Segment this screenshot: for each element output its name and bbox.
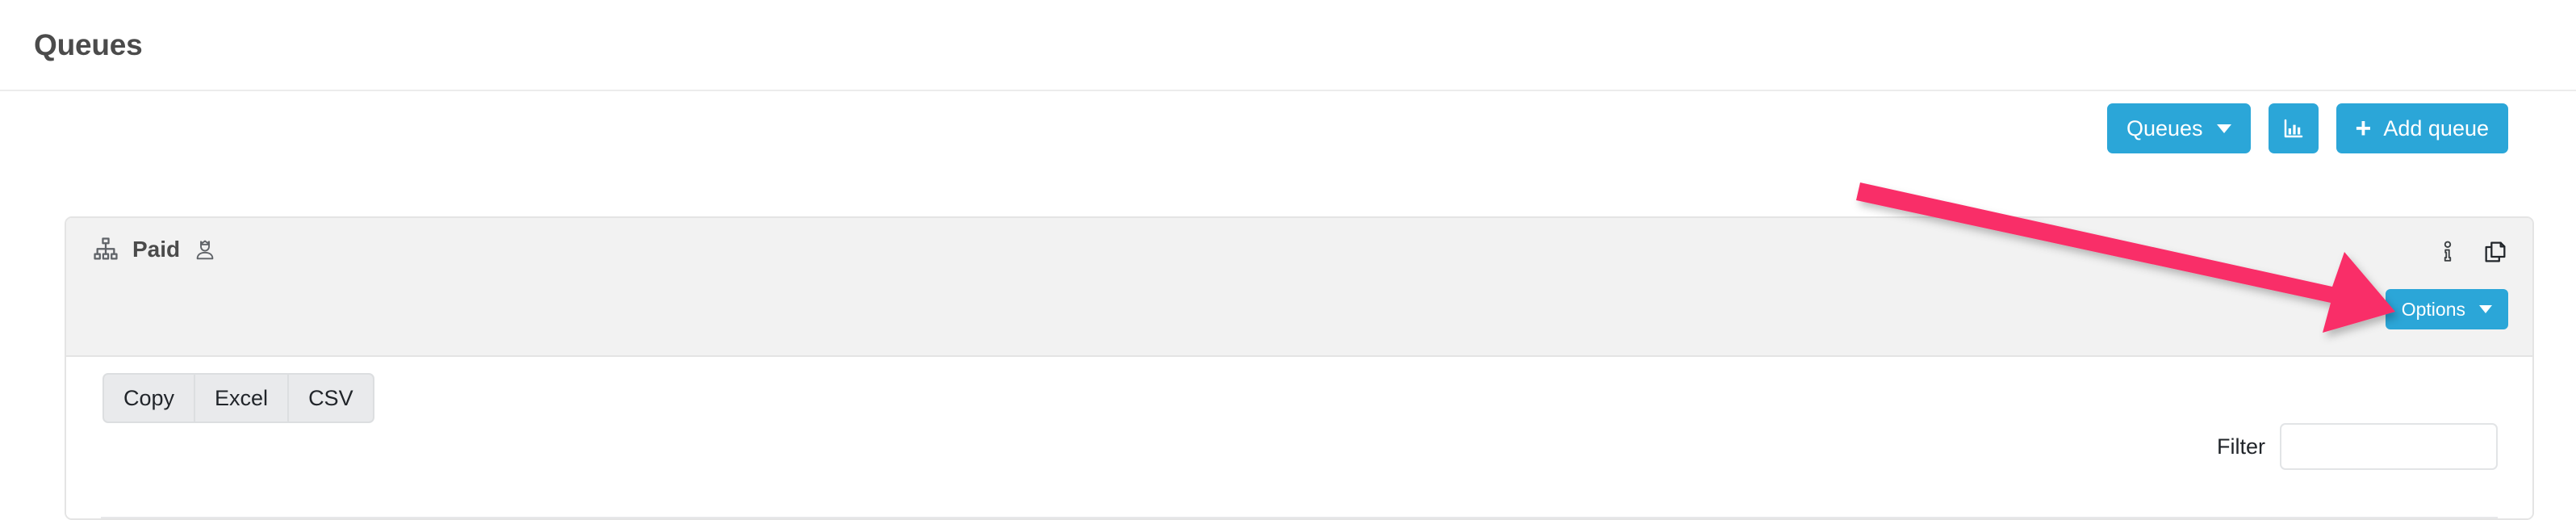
- bar-chart-icon: [2281, 116, 2306, 140]
- chevron-down-icon: [2216, 124, 2231, 133]
- filter-input[interactable]: [2280, 423, 2498, 470]
- queue-card-body: Copy Excel CSV Filter: [66, 357, 2532, 518]
- queue-card-header-icons: [2436, 239, 2508, 265]
- copy-button[interactable]: Copy: [102, 373, 196, 423]
- queue-card-header: Paid Options: [66, 218, 2532, 357]
- queue-card-title-row: Paid: [92, 236, 217, 263]
- queues-dropdown-label: Queues: [2126, 115, 2203, 140]
- export-button-group: Copy Excel CSV: [102, 373, 374, 423]
- queue-card: Paid Options Copy Excel CSV Filter: [65, 216, 2534, 520]
- page-header: Queues: [0, 0, 2576, 91]
- page-title: Queues: [34, 27, 143, 61]
- chevron-down-icon: [2479, 305, 2492, 313]
- add-queue-label: Add queue: [2383, 115, 2489, 140]
- options-button-wrap: Options: [2385, 289, 2508, 329]
- queue-name: Paid: [132, 237, 181, 262]
- info-icon[interactable]: [2436, 240, 2460, 264]
- chart-view-button[interactable]: [2268, 103, 2319, 153]
- plus-icon: +: [2355, 113, 2372, 144]
- add-queue-button[interactable]: + Add queue: [2336, 103, 2508, 153]
- sitemap-icon: [92, 236, 119, 263]
- options-button[interactable]: Options: [2385, 289, 2508, 329]
- copy-icon[interactable]: [2482, 239, 2508, 265]
- filter-control: Filter: [2217, 423, 2498, 470]
- options-button-label: Options: [2401, 298, 2465, 320]
- top-toolbar: Queues + Add queue: [0, 91, 2576, 166]
- filter-label: Filter: [2217, 434, 2265, 459]
- queues-dropdown-button[interactable]: Queues: [2106, 103, 2251, 153]
- excel-button[interactable]: Excel: [194, 373, 290, 423]
- csv-button[interactable]: CSV: [287, 373, 374, 423]
- user-crown-icon: [193, 237, 217, 262]
